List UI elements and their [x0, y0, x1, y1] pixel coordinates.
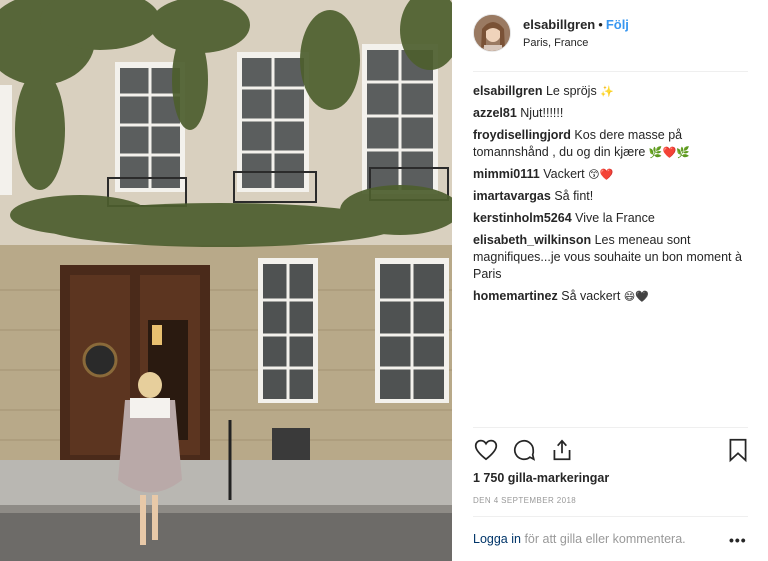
- footer-divider: [473, 516, 748, 517]
- comment-text: Så fint!: [554, 189, 594, 203]
- post-header: elsabillgren • Följ Paris, France: [473, 12, 748, 58]
- comment-text: Vive la France: [575, 211, 655, 225]
- comment-item: homemartinez Så vackert 😄🖤: [473, 288, 753, 305]
- comments-list: elsabillgren Le spröjs ✨ azzel81 Njut!!!…: [473, 83, 753, 310]
- comment-icon[interactable]: [511, 437, 537, 463]
- post-sidebar: elsabillgren • Följ Paris, France elsabill…: [458, 0, 768, 561]
- comment-username[interactable]: elisabeth_wilkinson: [473, 233, 591, 247]
- comment-text: Så vackert: [561, 289, 621, 303]
- username-link[interactable]: elsabillgren: [523, 17, 595, 32]
- post-photo-illustration: [0, 0, 452, 561]
- comment-username[interactable]: mimmi0111: [473, 167, 540, 181]
- post-date: DEN 4 SEPTEMBER 2018: [473, 496, 577, 505]
- action-bar: [473, 437, 753, 463]
- comment-username[interactable]: homemartinez: [473, 289, 558, 303]
- smile-heart-emoji: 😄🖤: [623, 290, 649, 303]
- login-prompt: Logga in för att gilla eller kommentera.: [473, 532, 686, 546]
- header-user-line: elsabillgren • Följ: [523, 17, 629, 33]
- separator-dot: •: [598, 17, 603, 32]
- comment-username[interactable]: azzel81: [473, 106, 517, 120]
- comment-item: froydisellingjord Kos dere masse på toma…: [473, 127, 753, 161]
- comment-item: mimmi0111 Vackert 😙❤️: [473, 166, 753, 183]
- sparkles-emoji: ✨: [600, 85, 614, 98]
- follow-button[interactable]: Följ: [606, 17, 629, 32]
- avatar-image: [474, 15, 510, 51]
- comment-item: elisabeth_wilkinson Les meneau sont magn…: [473, 232, 753, 283]
- share-icon[interactable]: [549, 437, 575, 463]
- heart-icon[interactable]: [473, 437, 499, 463]
- comment-text: Njut!!!!!!: [520, 106, 564, 120]
- more-options-icon[interactable]: •••: [729, 532, 747, 548]
- bookmark-icon[interactable]: [725, 437, 751, 463]
- herb-heart-emoji: 🌿❤️🌿: [648, 146, 690, 159]
- likes-count[interactable]: 1 750 gilla-markeringar: [473, 471, 609, 485]
- post-photo[interactable]: [0, 0, 452, 561]
- login-link[interactable]: Logga in: [473, 532, 521, 546]
- login-prompt-text: för att gilla eller kommentera.: [520, 532, 686, 546]
- location-link[interactable]: Paris, France: [523, 37, 588, 49]
- avatar[interactable]: [473, 14, 511, 52]
- comment-text: Vackert: [543, 167, 585, 181]
- comment-item: kerstinholm5264 Vive la France: [473, 210, 753, 227]
- actions-divider: [473, 427, 748, 428]
- comment-item: azzel81 Njut!!!!!!: [473, 105, 753, 122]
- comment-item: elsabillgren Le spröjs ✨: [473, 83, 753, 100]
- comment-username[interactable]: imartavargas: [473, 189, 551, 203]
- comment-username[interactable]: froydisellingjord: [473, 128, 571, 142]
- kiss-heart-emoji: 😙❤️: [588, 168, 614, 181]
- comment-username[interactable]: kerstinholm5264: [473, 211, 572, 225]
- comment-item: imartavargas Så fint!: [473, 188, 753, 205]
- comment-text: Le spröjs: [545, 84, 597, 98]
- header-divider: [473, 71, 748, 72]
- comment-username[interactable]: elsabillgren: [473, 84, 542, 98]
